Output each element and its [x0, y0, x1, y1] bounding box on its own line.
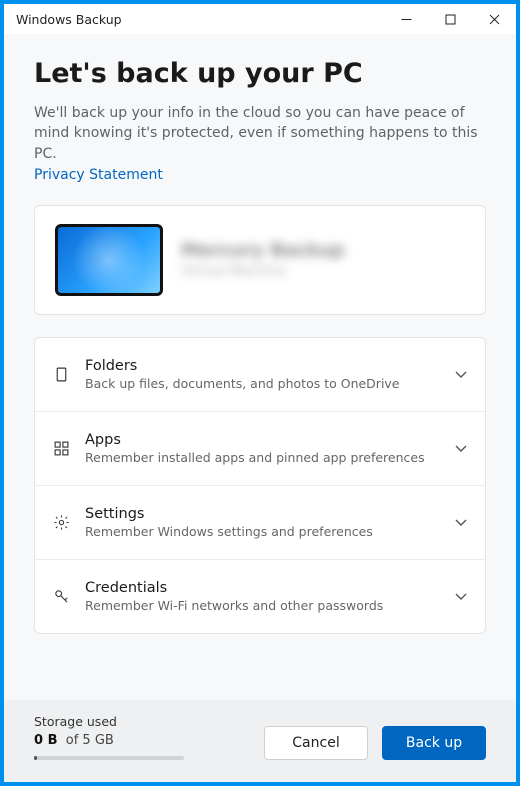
section-text: Folders Back up files, documents, and ph… — [85, 358, 439, 391]
footer: Storage used 0 B of 5 GB Cancel Back up — [4, 700, 516, 782]
device-thumbnail — [55, 224, 163, 296]
section-desc: Remember Windows settings and preference… — [85, 524, 439, 539]
storage-bar-fill — [34, 756, 37, 760]
device-row: Mercury Backup Virtual Machine — [35, 206, 485, 314]
section-text: Apps Remember installed apps and pinned … — [85, 432, 439, 465]
section-text: Credentials Remember Wi-Fi networks and … — [85, 580, 439, 613]
content-area: Let's back up your PC We'll back up your… — [4, 34, 516, 700]
section-title: Settings — [85, 506, 439, 522]
device-info: Mercury Backup Virtual Machine — [181, 240, 345, 279]
section-credentials[interactable]: Credentials Remember Wi-Fi networks and … — [35, 559, 485, 633]
section-title: Folders — [85, 358, 439, 374]
section-title: Apps — [85, 432, 439, 448]
minimize-button[interactable] — [384, 4, 428, 34]
page-subtext: We'll back up your info in the cloud so … — [34, 103, 486, 164]
section-desc: Remember Wi-Fi networks and other passwo… — [85, 598, 439, 613]
chevron-down-icon — [453, 514, 469, 530]
storage-label: Storage used — [34, 714, 250, 729]
section-desc: Remember installed apps and pinned app p… — [85, 450, 439, 465]
window: Windows Backup Let's back up your PC We'… — [4, 4, 516, 782]
sections-card: Folders Back up files, documents, and ph… — [34, 337, 486, 634]
privacy-link[interactable]: Privacy Statement — [34, 167, 163, 183]
key-icon — [51, 586, 71, 606]
cancel-button[interactable]: Cancel — [264, 726, 368, 760]
storage-total: 5 GB — [82, 733, 113, 748]
storage-bar — [34, 756, 184, 760]
section-text: Settings Remember Windows settings and p… — [85, 506, 439, 539]
maximize-icon — [445, 14, 456, 25]
storage-used: 0 B — [34, 733, 57, 748]
device-card: Mercury Backup Virtual Machine — [34, 205, 486, 315]
device-name: Mercury Backup — [181, 240, 345, 261]
section-title: Credentials — [85, 580, 439, 596]
window-title: Windows Backup — [16, 12, 384, 27]
storage-of: of — [66, 733, 79, 748]
gear-icon — [51, 512, 71, 532]
titlebar: Windows Backup — [4, 4, 516, 34]
close-button[interactable] — [472, 4, 516, 34]
apps-icon — [51, 438, 71, 458]
chevron-down-icon — [453, 366, 469, 382]
maximize-button[interactable] — [428, 4, 472, 34]
device-subtitle: Virtual Machine — [181, 263, 345, 279]
section-apps[interactable]: Apps Remember installed apps and pinned … — [35, 411, 485, 485]
section-desc: Back up files, documents, and photos to … — [85, 376, 439, 391]
page-heading: Let's back up your PC — [34, 58, 486, 89]
chevron-down-icon — [453, 588, 469, 604]
backup-button[interactable]: Back up — [382, 726, 486, 760]
section-folders[interactable]: Folders Back up files, documents, and ph… — [35, 338, 485, 411]
section-settings[interactable]: Settings Remember Windows settings and p… — [35, 485, 485, 559]
close-icon — [489, 14, 500, 25]
folder-icon — [51, 364, 71, 384]
chevron-down-icon — [453, 440, 469, 456]
storage-values: 0 B of 5 GB — [34, 733, 250, 748]
minimize-icon — [401, 14, 412, 25]
storage-info: Storage used 0 B of 5 GB — [34, 714, 250, 760]
